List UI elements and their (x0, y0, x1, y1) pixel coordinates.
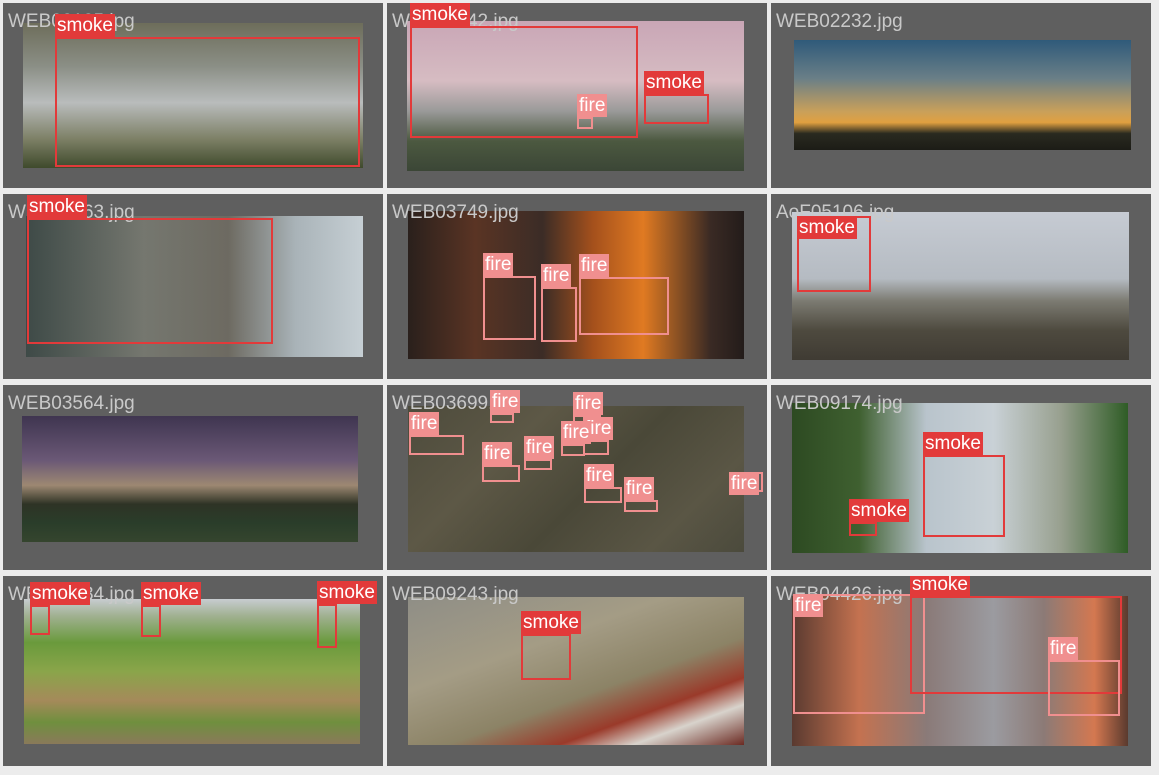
detection-image (24, 599, 360, 744)
image-tile[interactable]: WEB03564.jpg (3, 385, 383, 570)
detection-box-fire: fire (793, 594, 925, 714)
detection-label: fire (490, 390, 521, 413)
detection-box-fire: fire (579, 254, 669, 335)
detection-box-smoke: smoke (55, 14, 360, 167)
detection-box-fire: fire (624, 477, 658, 512)
detection-label: fire (1048, 637, 1079, 660)
detection-box-smoke: smoke (923, 432, 1005, 537)
detection-box-smoke: smoke (317, 581, 377, 648)
detection-label: fire (793, 594, 824, 617)
detection-label: fire (579, 254, 610, 277)
detection-box-smoke: smoke (797, 216, 871, 292)
detection-box-fire: fire (561, 421, 592, 456)
image-tile[interactable]: WEB00034.jpg smoke smoke smoke (3, 576, 383, 766)
detection-label: fire (573, 392, 604, 415)
detection-label: smoke (644, 71, 704, 94)
detection-label: fire (483, 253, 514, 276)
detection-label: smoke (141, 582, 201, 605)
image-tile[interactable]: WEB09174.jpg smoke smoke (771, 385, 1151, 570)
image-tile[interactable]: WEB02042.jpg smoke fire smoke (387, 3, 767, 188)
image-tile[interactable]: WEB02232.jpg (771, 3, 1151, 188)
image-tile[interactable]: WEB02125.jpg smoke (3, 3, 383, 188)
detection-image (794, 40, 1131, 150)
detection-box-smoke: smoke (27, 195, 273, 344)
detection-label: fire (409, 412, 440, 435)
detection-label: smoke (410, 3, 470, 26)
image-filename: WEB03749.jpg (392, 202, 519, 223)
detection-label: smoke (849, 499, 909, 522)
detection-box-fire: fire (482, 442, 520, 482)
detection-box-smoke: smoke (521, 611, 581, 680)
detection-label: smoke (27, 195, 87, 218)
detection-label: fire (729, 472, 760, 495)
detection-box-smoke: smoke (410, 3, 638, 138)
detection-box-fire: fire (541, 264, 577, 342)
detection-label: fire (561, 421, 592, 444)
detection-label: smoke (317, 581, 377, 604)
detection-label: smoke (55, 14, 115, 37)
detection-box-fire: fire (1048, 637, 1120, 716)
image-filename: WEB03564.jpg (8, 393, 135, 414)
image-tile[interactable]: WEB03699.jpg fire fire fire fire fire fi… (387, 385, 767, 570)
detection-box-fire: fire (577, 94, 608, 129)
image-filename: WEB09174.jpg (776, 393, 903, 414)
detection-label: fire (584, 464, 615, 487)
image-tile[interactable]: WEB03749.jpg fire fire fire (387, 194, 767, 379)
detection-image (22, 416, 358, 542)
image-tile[interactable]: WEB04426.jpg fire smoke fire (771, 576, 1151, 766)
detection-label: smoke (910, 576, 970, 596)
detection-label: fire (524, 436, 555, 459)
detection-box-smoke: smoke (644, 71, 709, 124)
detection-box-smoke: smoke (849, 499, 909, 536)
detection-label: smoke (797, 216, 857, 239)
detection-box-fire: fire (490, 390, 521, 423)
detection-label: fire (541, 264, 572, 287)
detection-box-smoke: smoke (141, 582, 201, 637)
detection-box-fire: fire (729, 472, 763, 495)
detection-label: fire (624, 477, 655, 500)
detection-box-smoke: smoke (30, 582, 90, 635)
detection-label: smoke (30, 582, 90, 605)
detection-label: smoke (521, 611, 581, 634)
image-filename: WEB02232.jpg (776, 11, 903, 32)
detection-label: fire (577, 94, 608, 117)
image-filename: WEB09243.jpg (392, 584, 519, 605)
detection-box-fire: fire (483, 253, 536, 340)
detection-box-fire: fire (409, 412, 464, 455)
image-tile[interactable]: AoF05106.jpg smoke (771, 194, 1151, 379)
image-tile[interactable]: WEB00063.jpg smoke (3, 194, 383, 379)
detection-box-fire: fire (524, 436, 555, 470)
detection-label: fire (482, 442, 513, 465)
image-tile[interactable]: WEB09243.jpg smoke (387, 576, 767, 766)
detection-box-fire: fire (584, 464, 622, 503)
detection-label: smoke (923, 432, 983, 455)
